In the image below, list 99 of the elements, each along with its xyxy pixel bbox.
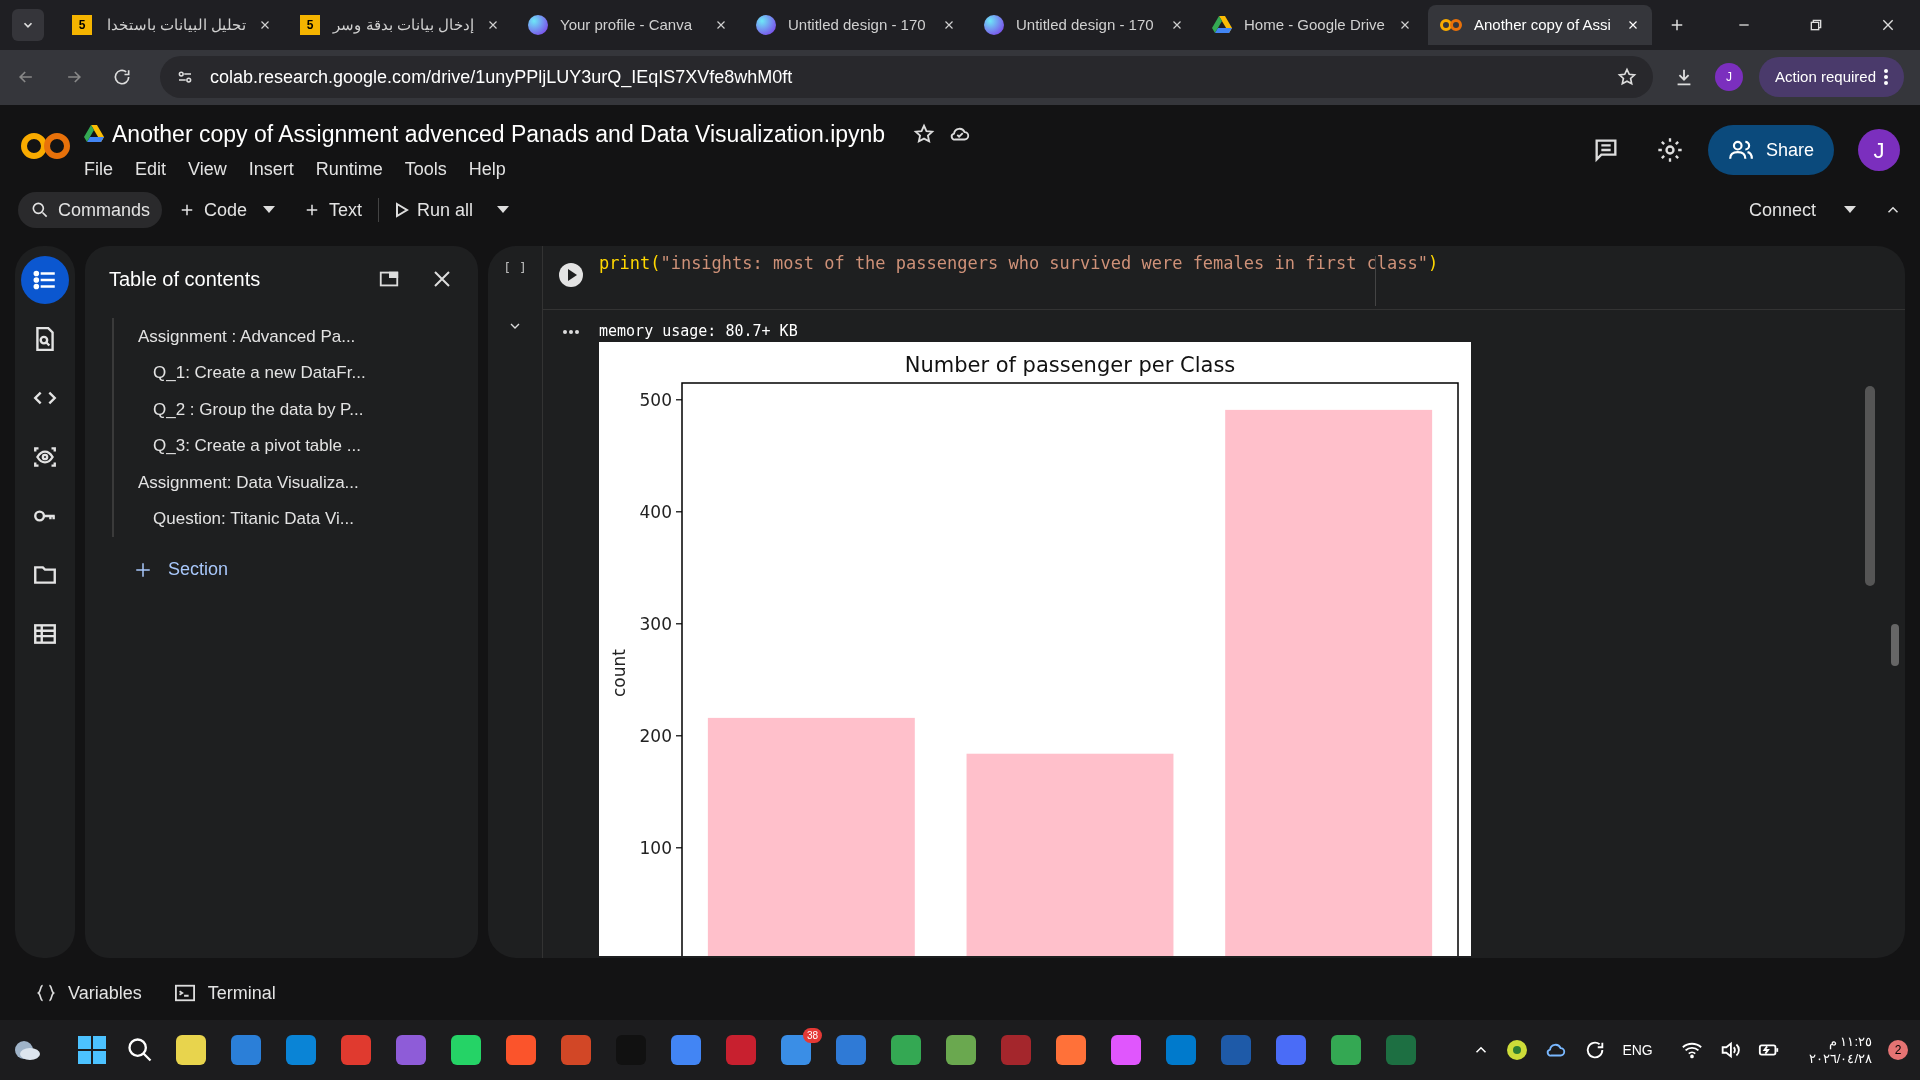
caret-icon[interactable]	[497, 206, 510, 215]
add-code-button[interactable]: Code	[170, 192, 256, 229]
terminal-icon	[173, 983, 196, 1004]
settings-icon[interactable]	[1655, 136, 1684, 165]
commands-button[interactable]: Commands	[18, 192, 163, 229]
tab-favicon	[984, 14, 1004, 35]
language-indicator[interactable]: ENG	[1622, 1039, 1653, 1061]
tab-title: تحليل البيانات باستخدا	[105, 14, 246, 35]
tab-title: Another copy of Assi	[1474, 14, 1612, 35]
app-icon[interactable]	[891, 1035, 921, 1066]
plus-icon	[134, 560, 152, 579]
menu-item[interactable]: View	[188, 155, 227, 183]
y-tick	[675, 623, 683, 625]
execution-count: [ ]	[503, 259, 527, 278]
run-all-button[interactable]: Run all	[387, 192, 482, 229]
menu-item[interactable]: File	[84, 155, 113, 183]
scrollbar-thumb[interactable]	[1891, 624, 1899, 667]
app-icon[interactable]	[506, 1035, 536, 1066]
braces-icon	[36, 983, 56, 1004]
menu-item[interactable]: Help	[468, 155, 506, 183]
tab-favicon	[528, 14, 548, 35]
output-text: memory usage: 80.7+ KB	[599, 322, 799, 341]
tick-label: 400	[639, 502, 672, 523]
app-icon[interactable]	[176, 1035, 206, 1066]
browser-tab[interactable]: Home - Google Drive	[1200, 4, 1424, 45]
terminal-button[interactable]: Terminal	[173, 979, 276, 1007]
tab-search-button[interactable]	[12, 8, 44, 41]
connect-button[interactable]: Connect	[1740, 192, 1824, 229]
toc-item[interactable]: Assignment: Data Visualiza...	[114, 464, 454, 501]
y-tick	[675, 399, 683, 401]
toc-item[interactable]: Q_1: Create a new DataFr...	[114, 354, 454, 392]
toc-item[interactable]: Assignment : Advanced Pa...	[114, 318, 454, 355]
clock-date[interactable]: ٢٠٢٦/٠٤/٢٨	[1808, 1050, 1872, 1068]
play-icon	[395, 202, 410, 219]
y-tick	[675, 847, 683, 849]
start-icon[interactable]	[77, 1035, 107, 1066]
toc-item[interactable]: Question: Titanic Data Vi...	[114, 500, 454, 538]
tab-favicon	[1212, 15, 1232, 34]
share-button[interactable]: Share	[1707, 125, 1834, 176]
menu-item[interactable]: Tools	[404, 155, 447, 183]
menu-item[interactable]: Edit	[135, 155, 167, 183]
browser-tab[interactable]: Your profile - Canva	[516, 4, 740, 45]
toc-item[interactable]: Q_3: Create a pivot table ...	[114, 427, 454, 465]
star-icon[interactable]	[1617, 67, 1638, 88]
browser-tab[interactable]: Untitled design - 170	[972, 4, 1196, 45]
user-avatar[interactable]: J	[1858, 129, 1900, 172]
tab-favicon	[1440, 17, 1462, 32]
tick-label: 500	[639, 390, 672, 411]
app-icon[interactable]	[671, 1035, 701, 1066]
app-icon[interactable]	[1111, 1035, 1141, 1066]
more-icon	[1884, 69, 1888, 86]
variables-button[interactable]: Variables	[36, 979, 142, 1007]
toc-item[interactable]: Q_2 : Group the data by P...	[114, 391, 454, 428]
table-of-contents-icon[interactable]	[21, 256, 69, 305]
add-section-button[interactable]: Section	[134, 556, 229, 584]
add-text-button[interactable]: Text	[295, 192, 371, 229]
badge: 38	[802, 1028, 822, 1044]
notification-badge[interactable]: 2	[1888, 1040, 1908, 1061]
tab-title: Your profile - Canva	[560, 14, 694, 35]
address-bar[interactable]: colab.research.google.com/drive/1unyPPljLUY3urQ_IEqIS7XVfe8whM0ft	[160, 56, 1654, 99]
tick-label: 100	[639, 838, 672, 859]
tick-label: 300	[639, 614, 672, 635]
scrollbar-thumb[interactable]	[1865, 386, 1875, 587]
tray-icon[interactable]	[1506, 1039, 1529, 1062]
panel-title: Table of contents	[109, 267, 261, 293]
tab-favicon	[756, 14, 776, 35]
chart-title: Number of passenger per Class	[904, 353, 1236, 378]
tick-label: 200	[639, 726, 672, 747]
more-icon[interactable]	[563, 330, 579, 335]
url-text: colab.research.google.com/drive/1unyPPljLUY3urQ_IEqIS7XVfe8whM0ft	[210, 65, 794, 90]
caret-icon[interactable]	[1844, 206, 1856, 215]
reload-icon[interactable]	[112, 67, 132, 88]
clock-time[interactable]: ١١:٢٥ م	[1828, 1033, 1872, 1051]
colab-logo[interactable]	[20, 131, 72, 162]
tab-title: Untitled design - 170	[1016, 14, 1155, 35]
app-icon[interactable]	[1056, 1035, 1086, 1066]
code-line[interactable]: print("insights: most of the passengers who survived were females in first class")	[599, 252, 1439, 275]
run-cell-button[interactable]	[558, 262, 584, 289]
profile-avatar[interactable]: J	[1715, 63, 1744, 92]
action-required-button[interactable]: Action required	[1759, 57, 1904, 98]
app-icon[interactable]	[451, 1035, 481, 1066]
tab-title: Untitled design - 170	[788, 14, 927, 35]
browser-tab[interactable]: Untitled design - 170	[744, 4, 968, 45]
caret-icon[interactable]	[263, 206, 276, 215]
app-icon[interactable]	[1331, 1035, 1361, 1066]
app-icon[interactable]	[946, 1035, 976, 1066]
tab-title: إدخال بيانات بدقة وسر	[332, 14, 474, 36]
star-icon[interactable]	[913, 123, 936, 146]
y-tick	[675, 735, 683, 737]
axis-label: count	[609, 649, 629, 698]
notebook-title[interactable]: Another copy of Assignment advenced Panads and Data Visualization.ipynb	[112, 117, 886, 152]
menu-item[interactable]: Runtime	[315, 155, 383, 183]
drive-icon	[84, 125, 104, 144]
tab-favicon: 5	[72, 14, 92, 35]
y-tick	[675, 511, 683, 513]
tab-title: Home - Google Drive	[1244, 14, 1386, 35]
menu-item[interactable]: Insert	[248, 155, 294, 183]
browser-tab[interactable]: Another copy of Assi	[1428, 4, 1652, 45]
tab-favicon: 5	[300, 14, 320, 35]
